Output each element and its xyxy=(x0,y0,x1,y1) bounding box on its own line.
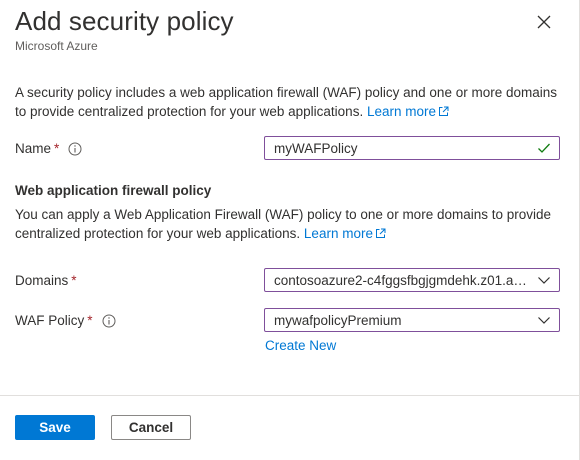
chevron-down-icon xyxy=(529,269,559,291)
chevron-down-icon xyxy=(529,309,559,331)
required-asterisk: * xyxy=(71,273,77,288)
name-input[interactable]: myWAFPolicy xyxy=(264,136,560,160)
cancel-button[interactable]: Cancel xyxy=(111,415,191,440)
name-label: Name * xyxy=(15,141,82,156)
panel-title: Add security policy xyxy=(15,6,234,36)
waf-policy-dropdown-value: mywafpolicyPremium xyxy=(274,312,402,328)
waf-text: You can apply a Web Application Firewall… xyxy=(15,207,552,241)
intro-text: A security policy includes a web applica… xyxy=(15,85,557,119)
panel-subtitle: Microsoft Azure xyxy=(15,39,98,53)
domains-dropdown[interactable]: contosoazure2-c4fggsfbgjgmdehk.z01.azure… xyxy=(264,268,560,292)
create-new-link[interactable]: Create New xyxy=(265,338,336,353)
close-icon[interactable] xyxy=(532,10,556,34)
learn-more-link[interactable]: Learn more xyxy=(367,104,449,119)
info-icon[interactable] xyxy=(68,142,82,156)
footer-divider xyxy=(0,395,580,396)
waf-policy-label: WAF Policy * xyxy=(15,313,116,328)
external-link-icon xyxy=(375,225,386,244)
info-icon[interactable] xyxy=(102,314,116,328)
required-asterisk: * xyxy=(87,313,93,328)
add-security-policy-panel: Add security policy Microsoft Azure A se… xyxy=(0,0,580,460)
intro-paragraph: A security policy includes a web applica… xyxy=(15,83,565,122)
waf-paragraph: You can apply a Web Application Firewall… xyxy=(15,205,565,244)
domains-label: Domains * xyxy=(15,273,77,288)
waf-policy-dropdown[interactable]: mywafpolicyPremium xyxy=(264,308,560,332)
waf-section-heading: Web application firewall policy xyxy=(15,183,212,198)
required-asterisk: * xyxy=(54,141,60,156)
save-button[interactable]: Save xyxy=(15,415,95,440)
external-link-icon xyxy=(438,103,449,122)
name-input-value: myWAFPolicy xyxy=(274,140,358,156)
waf-learn-more-link[interactable]: Learn more xyxy=(304,226,386,241)
domains-dropdown-value: contosoazure2-c4fggsfbgjgmdehk.z01.azure… xyxy=(274,272,529,288)
checkmark-icon xyxy=(529,137,559,159)
